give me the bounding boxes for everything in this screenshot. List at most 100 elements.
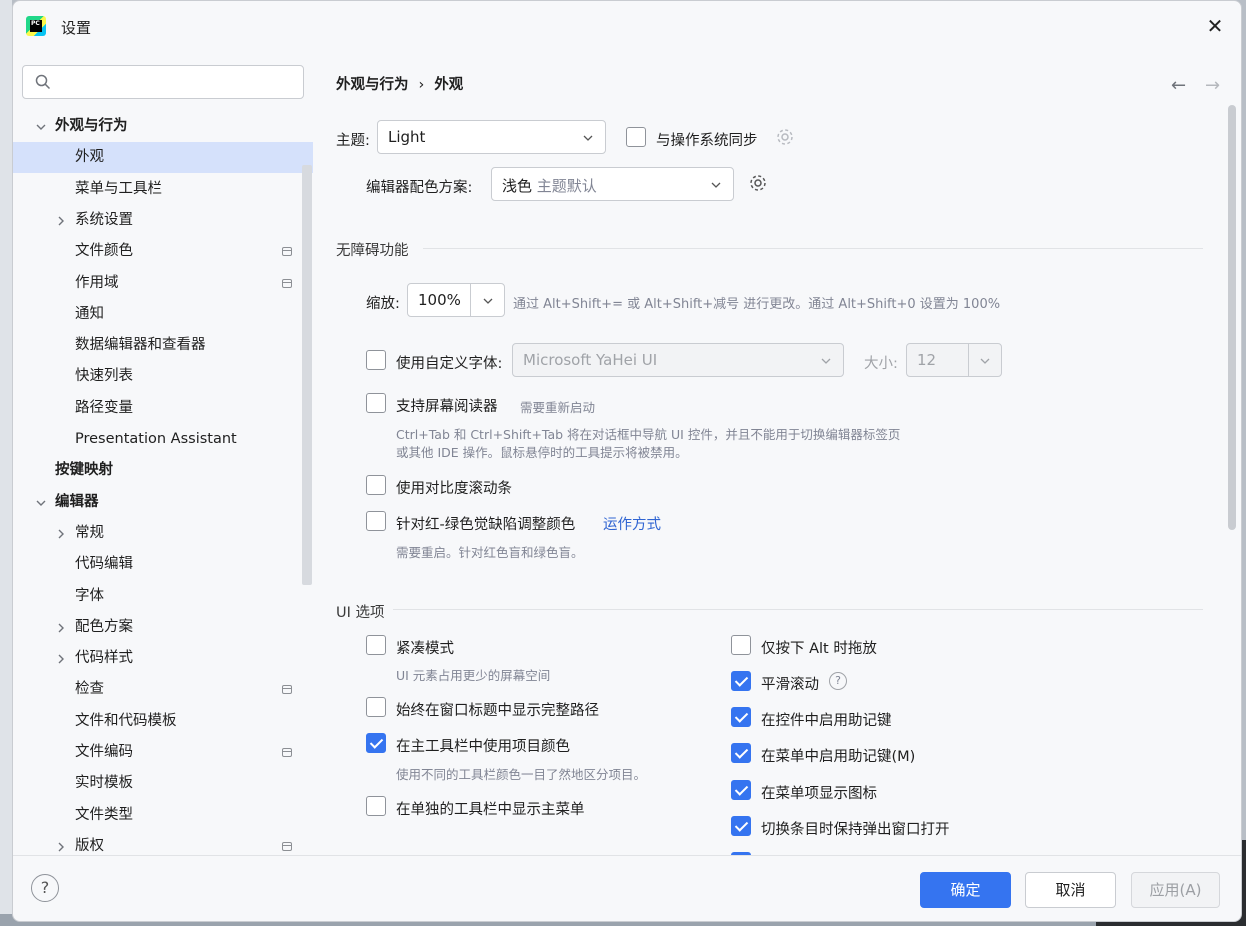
contrast-scrollbar-label: 使用对比度滚动条 bbox=[396, 481, 512, 497]
sidebar-item[interactable]: 路径变量 bbox=[13, 393, 313, 424]
project-color-checkbox[interactable] bbox=[366, 733, 386, 753]
gear-icon[interactable] bbox=[748, 173, 768, 193]
sidebar-scrollbar[interactable] bbox=[302, 165, 312, 585]
sidebar-item-label: 外观 bbox=[75, 149, 104, 166]
apply-button[interactable]: 应用(A) bbox=[1131, 872, 1220, 908]
sync-os-checkbox[interactable] bbox=[626, 127, 646, 147]
gear-icon[interactable] bbox=[775, 127, 795, 147]
sidebar-item[interactable]: 快速列表 bbox=[13, 361, 313, 392]
settings-search-input[interactable] bbox=[22, 65, 304, 99]
screen-reader-checkbox[interactable] bbox=[366, 393, 386, 413]
sidebar-item[interactable]: 作用域 bbox=[13, 268, 313, 299]
project-color-label: 在主工具栏中使用项目颜色 bbox=[396, 739, 570, 755]
breadcrumb-parent[interactable]: 外观与行为 bbox=[336, 77, 409, 93]
smooth-scroll-checkbox[interactable] bbox=[731, 671, 751, 691]
content-scrollbar[interactable] bbox=[1228, 105, 1236, 530]
menu-icons-checkbox[interactable] bbox=[731, 780, 751, 800]
dialog-footer: ? 确定 取消 应用(A) bbox=[13, 855, 1241, 921]
sidebar-item[interactable]: 通知 bbox=[13, 299, 313, 330]
sidebar-item[interactable]: Presentation Assistant bbox=[13, 424, 313, 455]
forward-arrow-icon[interactable]: → bbox=[1205, 75, 1220, 96]
sidebar-item[interactable]: 常规 bbox=[13, 518, 313, 549]
sidebar-item-label: 文件编码 bbox=[75, 744, 133, 760]
close-button[interactable]: ✕ bbox=[1203, 15, 1227, 39]
how-it-works-link[interactable]: 运作方式 bbox=[603, 513, 661, 534]
font-size-value: 12 bbox=[917, 351, 937, 369]
sidebar-item-label: 作用域 bbox=[75, 274, 119, 291]
chevron-down-icon[interactable] bbox=[35, 121, 47, 133]
sidebar-item[interactable]: 文件编码 bbox=[13, 737, 313, 768]
sidebar-item-label: 编辑器 bbox=[55, 493, 99, 510]
sidebar-item[interactable]: 代码编辑 bbox=[13, 549, 313, 580]
sidebar-item[interactable]: 文件和代码模板 bbox=[13, 706, 313, 737]
contrast-scrollbar-checkbox[interactable] bbox=[366, 475, 386, 495]
editor-scheme-dropdown[interactable]: 浅色 主题默认 bbox=[491, 167, 734, 201]
sidebar-item[interactable]: 版权 bbox=[13, 831, 313, 855]
sidebar-item[interactable]: 编辑器 bbox=[13, 487, 313, 518]
chevron-right-icon[interactable] bbox=[55, 215, 67, 227]
color-deficiency-checkbox[interactable] bbox=[366, 511, 386, 531]
compact-mode-label: 紧凑模式 bbox=[396, 641, 454, 657]
sidebar-item-label: 常规 bbox=[75, 524, 104, 541]
breadcrumb-separator: › bbox=[418, 77, 425, 93]
back-arrow-icon[interactable]: ← bbox=[1171, 75, 1186, 96]
editor-scheme-value-wrap: 浅色 主题默认 bbox=[502, 175, 597, 196]
cancel-button[interactable]: 取消 bbox=[1025, 872, 1116, 908]
sidebar-item[interactable]: 实时模板 bbox=[13, 768, 313, 799]
sidebar-item[interactable]: 检查 bbox=[13, 674, 313, 705]
theme-label: 主题: bbox=[336, 133, 370, 149]
custom-font-checkbox[interactable] bbox=[366, 350, 386, 370]
sidebar-item-label: 配色方案 bbox=[75, 618, 133, 635]
sidebar-item[interactable]: 菜单与工具栏 bbox=[13, 174, 313, 205]
menu-icons-label: 在菜单项显示图标 bbox=[761, 786, 877, 802]
sidebar-item[interactable]: 按键映射 bbox=[13, 455, 313, 486]
editor-scheme-hint: 主题默认 bbox=[536, 177, 597, 195]
sidebar-item-label: 文件类型 bbox=[75, 806, 133, 823]
chevron-right-icon[interactable] bbox=[55, 841, 67, 853]
help-button[interactable]: ? bbox=[31, 874, 59, 902]
compact-mode-checkbox[interactable] bbox=[366, 635, 386, 655]
alt-drag-checkbox[interactable] bbox=[731, 635, 751, 655]
sidebar-item[interactable]: 数据编辑器和查看器 bbox=[13, 330, 313, 361]
settings-sidebar: 外观与行为外观菜单与工具栏 系统设置文件颜色作用域通知 数据编辑器和查看器 快速列表路… bbox=[13, 53, 323, 855]
zoom-label: 缩放: bbox=[366, 296, 400, 312]
full-path-checkbox[interactable] bbox=[366, 697, 386, 717]
mnemonic-controls-checkbox[interactable] bbox=[731, 707, 751, 727]
sidebar-item[interactable]: 代码样式 bbox=[13, 643, 313, 674]
sidebar-item[interactable]: 外观 bbox=[13, 142, 313, 174]
font-size-dropdown[interactable]: 12 bbox=[906, 343, 1002, 377]
help-icon[interactable]: ? bbox=[829, 672, 847, 690]
font-size-label: 大小: bbox=[864, 356, 898, 372]
mnemonic-controls-label: 在控件中启用助记键 bbox=[761, 713, 892, 729]
keep-popup-checkbox[interactable] bbox=[731, 816, 751, 836]
keep-popup-label: 切换条目时保持弹出窗口打开 bbox=[761, 822, 950, 838]
editor-scheme-value: 浅色 bbox=[502, 177, 533, 195]
main-menu-toolbar-checkbox[interactable] bbox=[366, 796, 386, 816]
ok-button[interactable]: 确定 bbox=[920, 872, 1011, 908]
sidebar-item[interactable]: 文件颜色 bbox=[13, 236, 313, 267]
sidebar-item[interactable]: 系统设置 bbox=[13, 205, 313, 236]
title-bar: PC 设置 ✕ bbox=[13, 1, 1241, 53]
chevron-right-icon[interactable] bbox=[55, 653, 67, 665]
custom-font-dropdown[interactable]: Microsoft YaHei UI bbox=[512, 343, 844, 377]
sidebar-item[interactable]: 配色方案 bbox=[13, 612, 313, 643]
sidebar-item-label: 系统设置 bbox=[75, 211, 133, 228]
chevron-down-icon bbox=[711, 182, 721, 188]
project-level-icon bbox=[282, 841, 292, 851]
zoom-value: 100% bbox=[418, 291, 461, 309]
mnemonic-menu-checkbox[interactable] bbox=[731, 743, 751, 763]
chevron-down-icon bbox=[583, 135, 593, 141]
chevron-right-icon[interactable] bbox=[55, 528, 67, 540]
ui-options-section-title: UI 选项 bbox=[336, 605, 385, 621]
sidebar-item[interactable]: 字体 bbox=[13, 581, 313, 612]
sidebar-item[interactable]: 外观与行为 bbox=[13, 111, 313, 142]
theme-dropdown[interactable]: Light bbox=[377, 120, 606, 154]
zoom-divider bbox=[470, 284, 471, 316]
alt-drag-label: 仅按下 Alt 时拖放 bbox=[761, 641, 877, 657]
sidebar-item-label: 按键映射 bbox=[55, 462, 113, 479]
zoom-dropdown[interactable]: 100% bbox=[407, 283, 505, 317]
sidebar-item-label: 菜单与工具栏 bbox=[75, 180, 162, 197]
chevron-down-icon[interactable] bbox=[35, 497, 47, 509]
sidebar-item[interactable]: 文件类型 bbox=[13, 800, 313, 831]
chevron-right-icon[interactable] bbox=[55, 622, 67, 634]
